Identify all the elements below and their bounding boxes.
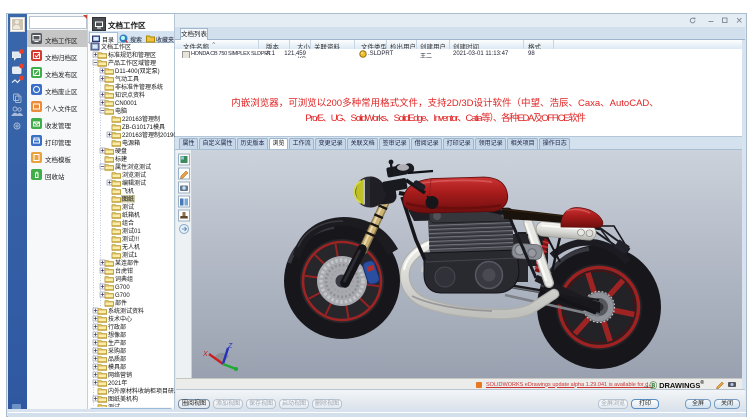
- svg-text:非标准件管理系统: 非标准件管理系统: [115, 83, 163, 91]
- svg-text:产品工作区域管理: 产品工作区域管理: [108, 59, 156, 67]
- svg-text:电脑: 电脑: [115, 107, 127, 115]
- svg-text:测试!!!: 测试!!!: [122, 235, 139, 243]
- svg-text:品质部: 品质部: [108, 355, 126, 363]
- svg-text:测试01: 测试01: [122, 227, 141, 235]
- svg-text:生产部: 生产部: [108, 339, 126, 347]
- svg-text:D11-400(双定泵): D11-400(双定泵): [115, 67, 160, 75]
- svg-text:某连部件: 某连部件: [115, 259, 139, 267]
- svg-text:飞机: 飞机: [122, 187, 134, 195]
- svg-text:硬盘: 硬盘: [115, 147, 127, 155]
- svg-text:网络营销: 网络营销: [108, 371, 132, 379]
- svg-text:文档工作区: 文档工作区: [101, 43, 131, 51]
- svg-text:编辑测试: 编辑测试: [122, 179, 146, 187]
- svg-text:气动工具: 气动工具: [115, 75, 139, 83]
- svg-text:组合: 组合: [122, 219, 134, 227]
- svg-text:标准规范和管理区: 标准规范和管理区: [108, 51, 156, 59]
- svg-text:部件: 部件: [115, 299, 127, 307]
- svg-text:纸箱机: 纸箱机: [122, 211, 140, 219]
- svg-text:采购部: 采购部: [108, 347, 126, 355]
- svg-text:标建: 标建: [115, 155, 127, 163]
- svg-text:220163管理制20190719: 220163管理制20190719: [122, 131, 175, 139]
- svg-text:电源箱: 电源箱: [122, 139, 140, 147]
- svg-text:Z: Z: [227, 343, 233, 350]
- svg-text:X: X: [202, 351, 208, 358]
- svg-text:想像部: 想像部: [108, 331, 126, 339]
- svg-text:属性浏览测试: 属性浏览测试: [115, 163, 151, 171]
- svg-text:知识点资料: 知识点资料: [115, 91, 145, 99]
- svg-text:无人机: 无人机: [122, 243, 140, 251]
- svg-text:模具部: 模具部: [108, 363, 126, 371]
- svg-text:220163管理制: 220163管理制: [122, 115, 160, 123]
- svg-text:测试: 测试: [122, 203, 134, 211]
- svg-text:系统测试资料: 系统测试资料: [108, 307, 144, 315]
- svg-text:图纸: 图纸: [122, 195, 134, 203]
- svg-text:2021年: 2021年: [108, 379, 127, 387]
- svg-text:台虎钳: 台虎钳: [115, 267, 133, 275]
- svg-text:G700: G700: [115, 293, 130, 299]
- svg-text:测试1: 测试1: [122, 251, 138, 259]
- svg-text:G700: G700: [115, 285, 130, 291]
- svg-text:词典组: 词典组: [115, 275, 133, 283]
- svg-text:浏览测试: 浏览测试: [122, 171, 146, 179]
- svg-text:技术中心: 技术中心: [108, 315, 132, 323]
- svg-text:CN0001: CN0001: [115, 101, 138, 107]
- svg-text:ZB-G10171模具: ZB-G10171模具: [122, 123, 165, 131]
- svg-text:图纸美机构: 图纸美机构: [108, 395, 138, 403]
- svg-text:内外原材料收纳柜项目研发: 内外原材料收纳柜项目研发: [108, 387, 175, 395]
- svg-text:行政部: 行政部: [108, 323, 126, 331]
